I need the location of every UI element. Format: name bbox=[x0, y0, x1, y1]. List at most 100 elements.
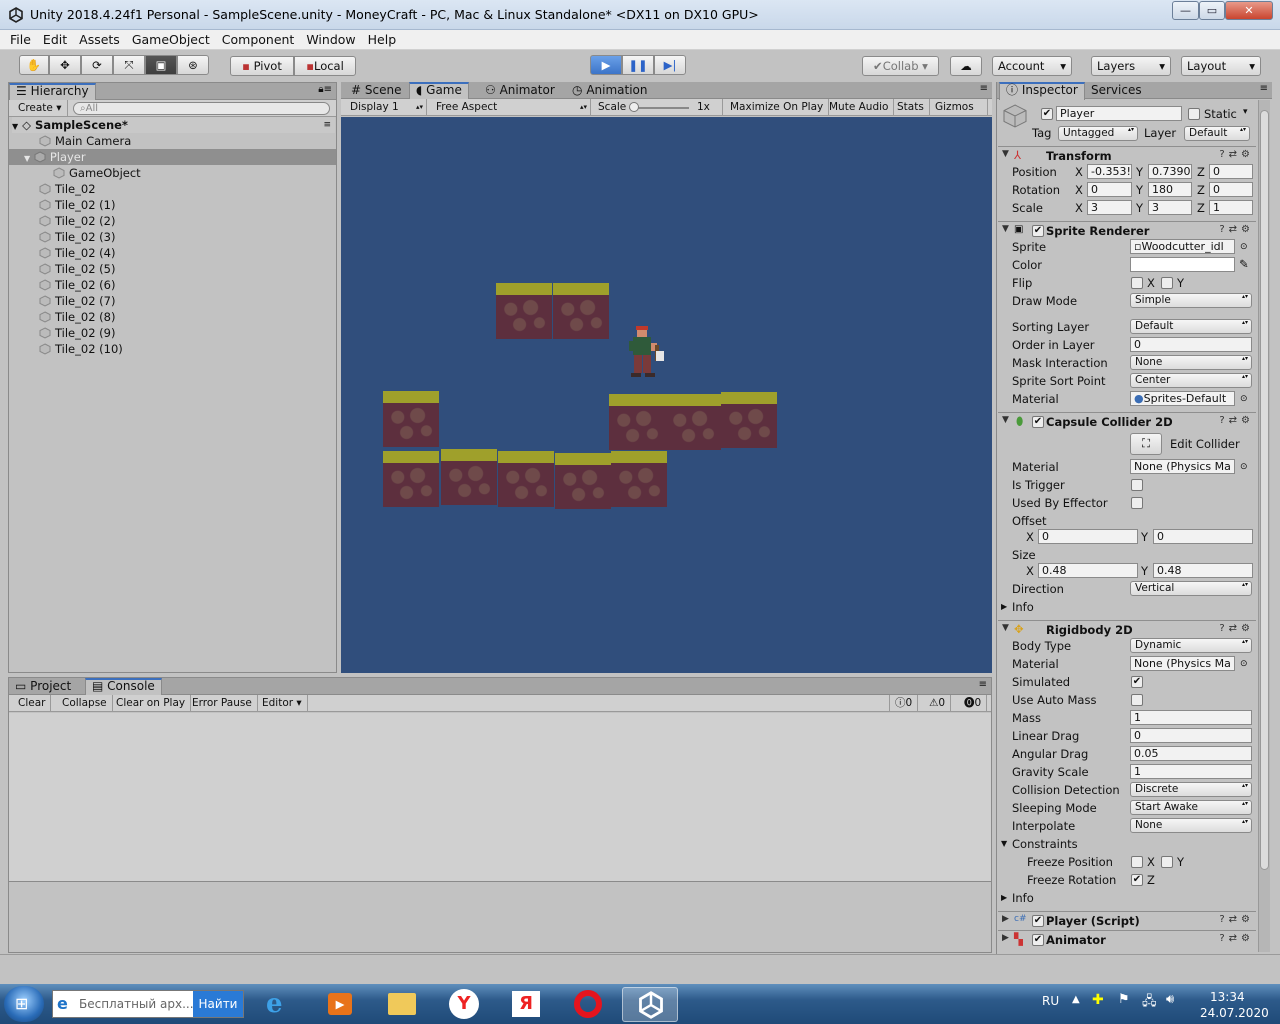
scale-y-field[interactable]: 3 bbox=[1148, 200, 1192, 215]
transform-tool-button[interactable]: ⊛ bbox=[177, 55, 209, 75]
hierarchy-item[interactable]: Main Camera bbox=[39, 133, 131, 149]
fold-closed-icon[interactable]: ▶ bbox=[1001, 890, 1007, 906]
start-button[interactable]: ⊞ bbox=[4, 986, 44, 1022]
menu-icon[interactable]: ≡ bbox=[323, 117, 331, 133]
scale-tool-button[interactable]: ⤧ bbox=[113, 55, 145, 75]
sorting-layer-dropdown[interactable]: Default bbox=[1130, 319, 1252, 334]
menu-file[interactable]: File bbox=[4, 30, 37, 50]
menu-icon[interactable]: ≡ bbox=[979, 679, 987, 690]
layer-dropdown[interactable]: Default bbox=[1184, 126, 1250, 141]
taskbar-yandex-browser[interactable]: Y bbox=[436, 987, 492, 1022]
hierarchy-item-selected[interactable]: ▼ Player bbox=[9, 149, 336, 165]
tab-services[interactable]: Services bbox=[1085, 82, 1148, 99]
use-auto-mass-checkbox[interactable] bbox=[1131, 694, 1143, 706]
tab-inspector[interactable]: ⓘ Inspector bbox=[999, 82, 1085, 100]
play-button[interactable]: ▶ bbox=[590, 55, 622, 75]
position-z-field[interactable]: 0 bbox=[1209, 164, 1253, 179]
hand-tool-button[interactable]: ✋ bbox=[19, 55, 49, 75]
component-tools-icon[interactable]: ?⇄⚙ bbox=[1219, 149, 1254, 160]
sprite-field[interactable]: ▫Woodcutter_idl bbox=[1130, 239, 1235, 254]
body-type-dropdown[interactable]: Dynamic bbox=[1130, 638, 1252, 653]
scrollbar-thumb[interactable] bbox=[1260, 110, 1269, 870]
material-field[interactable]: ●Sprites-Default bbox=[1130, 391, 1235, 406]
scale-z-field[interactable]: 1 bbox=[1209, 200, 1253, 215]
language-indicator[interactable]: RU bbox=[1042, 994, 1059, 1008]
transform-header[interactable]: ▼ ⅄ Transform ?⇄⚙ bbox=[998, 146, 1256, 165]
color-swatch[interactable] bbox=[1130, 257, 1235, 272]
object-picker-icon[interactable]: ⊙ bbox=[1240, 391, 1248, 407]
component-tools-icon[interactable]: ?⇄⚙ bbox=[1219, 224, 1254, 235]
taskbar-media-player[interactable]: ▶ bbox=[312, 987, 368, 1022]
menu-gameobject[interactable]: GameObject bbox=[126, 30, 216, 50]
hierarchy-item[interactable]: Tile_02 (4) bbox=[39, 245, 115, 261]
component-tools-icon[interactable]: ?⇄⚙ bbox=[1219, 623, 1254, 634]
error-count-toggle[interactable]: ⓿0 bbox=[959, 695, 988, 712]
fold-open-icon[interactable]: ▼ bbox=[1001, 836, 1007, 852]
move-tool-button[interactable]: ✥ bbox=[49, 55, 81, 75]
object-picker-icon[interactable]: ⊙ bbox=[1240, 656, 1248, 672]
sprite-renderer-header[interactable]: ▼ ▣ ✔ Sprite Renderer ?⇄⚙ bbox=[998, 221, 1256, 240]
menu-icon[interactable]: ≡ bbox=[1260, 83, 1268, 94]
scene-row[interactable]: ▼ ◇ SampleScene* ≡ bbox=[12, 117, 335, 133]
menu-edit[interactable]: Edit bbox=[37, 30, 73, 50]
sleeping-mode-dropdown[interactable]: Start Awake bbox=[1130, 800, 1252, 815]
clear-on-play-toggle[interactable]: Clear on Play bbox=[111, 695, 192, 712]
interpolate-dropdown[interactable]: None bbox=[1130, 818, 1252, 833]
tag-dropdown[interactable]: Untagged bbox=[1058, 126, 1138, 141]
mask-interaction-dropdown[interactable]: None bbox=[1130, 355, 1252, 370]
hierarchy-search-input[interactable]: ⌕All bbox=[73, 102, 330, 115]
hierarchy-item[interactable]: Tile_02 (1) bbox=[39, 197, 115, 213]
editor-dropdown[interactable]: Editor ▾ bbox=[257, 695, 308, 712]
gizmos-dropdown[interactable]: Gizmos ▾ bbox=[930, 99, 988, 129]
hierarchy-item[interactable]: Tile_02 (10) bbox=[39, 341, 123, 357]
collision-detection-dropdown[interactable]: Discrete bbox=[1130, 782, 1252, 797]
step-button[interactable]: ▶| bbox=[654, 55, 686, 75]
lock-icon[interactable]: 🔒︎≡ bbox=[318, 84, 332, 95]
position-x-field[interactable]: -0.353! bbox=[1087, 164, 1132, 179]
menu-help[interactable]: Help bbox=[362, 30, 403, 50]
used-by-effector-checkbox[interactable] bbox=[1131, 497, 1143, 509]
constraints-foldout[interactable]: Constraints bbox=[1012, 836, 1078, 852]
rigidbody-header[interactable]: ▼ ✥ Rigidbody 2D ?⇄⚙ bbox=[998, 620, 1256, 639]
slider-thumb[interactable] bbox=[629, 102, 639, 112]
maximize-button[interactable]: ▭ bbox=[1199, 1, 1225, 20]
display-dropdown[interactable]: Display 1 ▴▾ bbox=[345, 99, 427, 116]
hierarchy-item[interactable]: Tile_02 bbox=[39, 181, 96, 197]
offset-y-field[interactable]: 0 bbox=[1153, 529, 1253, 544]
flip-x-checkbox[interactable] bbox=[1131, 277, 1143, 289]
tray-expand-icon[interactable]: ▲ bbox=[1072, 994, 1080, 1005]
object-picker-icon[interactable]: ⊙ bbox=[1240, 459, 1248, 475]
maximize-on-play-toggle[interactable]: Maximize On Play bbox=[725, 99, 830, 116]
rotation-y-field[interactable]: 180 bbox=[1148, 182, 1192, 197]
flip-y-checkbox[interactable] bbox=[1161, 277, 1173, 289]
rotation-z-field[interactable]: 0 bbox=[1209, 182, 1253, 197]
enabled-checkbox[interactable]: ✔ bbox=[1032, 934, 1044, 946]
hierarchy-item[interactable]: GameObject bbox=[53, 165, 141, 181]
pause-button[interactable]: ❚❚ bbox=[622, 55, 654, 75]
linear-drag-field[interactable]: 0 bbox=[1130, 728, 1252, 743]
info-count-toggle[interactable]: ⓘ0 bbox=[889, 695, 919, 712]
scale-x-field[interactable]: 3 bbox=[1087, 200, 1132, 215]
hierarchy-item[interactable]: Tile_02 (9) bbox=[39, 325, 115, 341]
enabled-checkbox[interactable]: ✔ bbox=[1032, 225, 1044, 237]
freeze-pos-y-checkbox[interactable] bbox=[1161, 856, 1173, 868]
menu-icon[interactable]: ≡ bbox=[980, 83, 988, 94]
animator-header[interactable]: ▶ ▚ ✔ Animator ?⇄⚙ bbox=[998, 930, 1256, 949]
clear-button[interactable]: Clear bbox=[13, 695, 52, 712]
taskbar-ie[interactable]: e bbox=[252, 987, 308, 1022]
collapse-toggle[interactable]: Collapse bbox=[57, 695, 113, 712]
menu-assets[interactable]: Assets bbox=[73, 30, 126, 50]
create-dropdown[interactable]: Create ▾ bbox=[13, 100, 68, 117]
layout-dropdown[interactable]: Layout ▾ bbox=[1181, 56, 1261, 76]
size-x-field[interactable]: 0.48 bbox=[1038, 563, 1138, 578]
hierarchy-item[interactable]: Tile_02 (7) bbox=[39, 293, 115, 309]
order-in-layer-field[interactable]: 0 bbox=[1130, 337, 1252, 352]
angular-drag-field[interactable]: 0.05 bbox=[1130, 746, 1252, 761]
tab-scene[interactable]: # Scene bbox=[345, 82, 407, 99]
tab-console[interactable]: ▤ Console bbox=[85, 678, 162, 696]
player-script-header[interactable]: ▶ c# ✔ Player (Script) ?⇄⚙ bbox=[998, 911, 1256, 930]
inspector-scrollbar[interactable] bbox=[1258, 100, 1270, 952]
chevron-down-icon[interactable]: ▾ bbox=[1243, 104, 1248, 120]
menu-window[interactable]: Window bbox=[300, 30, 361, 50]
freeze-pos-x-checkbox[interactable] bbox=[1131, 856, 1143, 868]
